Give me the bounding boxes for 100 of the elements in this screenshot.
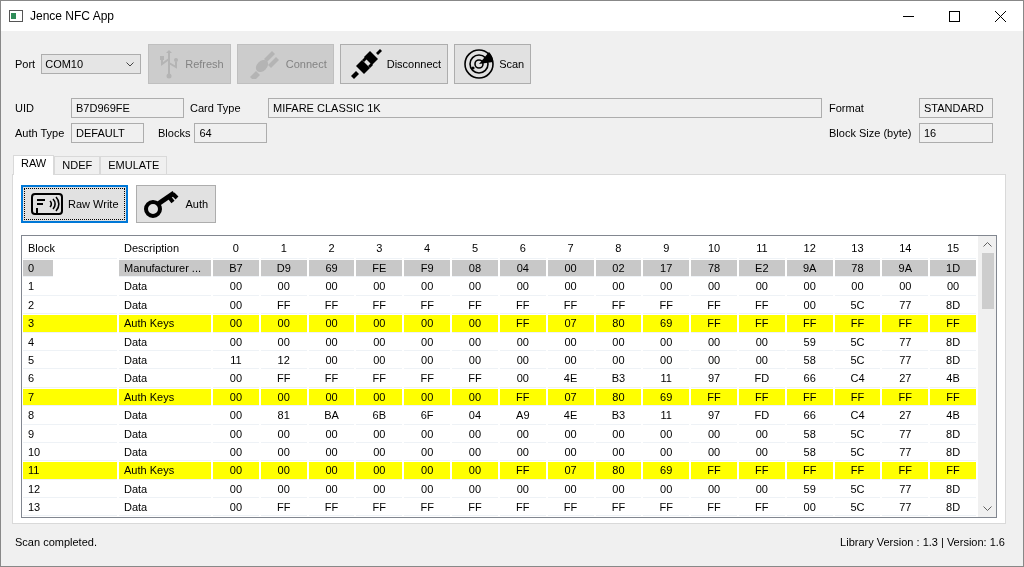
column-header[interactable]: Block [23, 238, 117, 259]
table-cell: Data [119, 480, 211, 499]
table-cell: 00 [595, 480, 642, 499]
table-cell: FF [738, 315, 785, 333]
table-cell: 00 [643, 351, 690, 370]
column-header[interactable]: Description [119, 238, 211, 259]
block-size-field: 16 [919, 123, 993, 143]
caret-icon [126, 61, 135, 67]
column-header[interactable]: 9 [643, 238, 690, 259]
table-cell: FF [499, 462, 546, 480]
table-cell: 77 [882, 351, 929, 370]
table-cell: 00 [738, 333, 785, 351]
column-header[interactable]: 10 [691, 238, 737, 259]
tab[interactable]: NDEF [54, 156, 101, 174]
table-cell: 00 [499, 443, 546, 462]
tab[interactable]: EMULATE [100, 156, 168, 174]
auth-type-label: Auth Type [15, 127, 66, 139]
scroll-down-icon[interactable] [983, 506, 992, 511]
table-cell: A9 [499, 407, 546, 425]
table-cell: 00 [547, 443, 594, 462]
column-header[interactable]: 13 [834, 238, 881, 259]
scroll-up-icon[interactable] [983, 242, 992, 247]
table-cell: 5C [834, 480, 881, 499]
table-cell: 59 [786, 333, 833, 351]
table-cell: 00 [595, 278, 642, 296]
table-cell: Data [119, 296, 211, 315]
auth-button[interactable]: Auth [135, 185, 217, 223]
card-type-label: Card Type [190, 102, 242, 114]
table-cell: FF [930, 462, 976, 480]
scrollbar[interactable] [978, 236, 996, 517]
table-cell: 00 [738, 278, 785, 296]
table-cell: FF [404, 499, 451, 517]
column-header[interactable]: 14 [882, 238, 929, 259]
table-cell: FF [834, 388, 881, 407]
table-cell: 00 [260, 333, 307, 351]
column-header[interactable]: 11 [738, 238, 785, 259]
column-header[interactable]: 7 [547, 238, 594, 259]
column-header[interactable]: 2 [308, 238, 355, 259]
table-cell: FF [260, 296, 307, 315]
table-cell: FD [738, 407, 785, 425]
table-cell: 00 [404, 425, 451, 443]
column-header[interactable]: 8 [595, 238, 642, 259]
column-header[interactable]: 6 [499, 238, 546, 259]
table-cell: 6B [356, 407, 403, 425]
table-cell: 00 [547, 480, 594, 499]
table-cell: 69 [643, 388, 690, 407]
table-cell: Auth Keys [119, 388, 211, 407]
format-field: STANDARD [919, 98, 993, 118]
table-cell: 00 [308, 278, 355, 296]
port-label: Port [15, 58, 36, 70]
table-cell: FF [356, 296, 403, 315]
table-cell: FF [356, 499, 403, 517]
table-cell: 00 [738, 351, 785, 370]
table-cell: 27 [882, 407, 929, 425]
table-cell: 4B [930, 370, 976, 388]
table-cell: 00 [404, 462, 451, 480]
blocks-field: 64 [194, 123, 268, 143]
write-button[interactable]: Raw Write [21, 185, 128, 223]
column-header[interactable]: 15 [930, 238, 976, 259]
table-cell: 00 [452, 388, 498, 407]
table-cell: FF [738, 296, 785, 315]
tab[interactable]: RAW [13, 155, 55, 175]
column-header[interactable]: 5 [452, 238, 498, 259]
radar-button[interactable]: Scan [454, 44, 532, 84]
auth-type-field: DEFAULT [71, 123, 144, 143]
table-cell: 11 [643, 407, 690, 425]
table-cell: 77 [882, 425, 929, 443]
card-icon [30, 191, 64, 217]
table-cell: 00 [213, 443, 259, 462]
table-cell: 66 [786, 407, 833, 425]
table-cell: 00 [643, 278, 690, 296]
table-cell: 00 [308, 443, 355, 462]
table-cell: FF [499, 499, 546, 517]
table-cell: 00 [356, 315, 403, 333]
table-cell: 81 [260, 407, 307, 425]
table-cell: 00 [595, 333, 642, 351]
table-cell: 8D [930, 480, 976, 499]
scroll-thumb[interactable] [981, 253, 994, 309]
table-cell: 80 [595, 462, 642, 480]
column-header[interactable]: 0 [213, 238, 259, 259]
table-cell: 00 [356, 443, 403, 462]
table-cell: F9 [404, 260, 451, 278]
radar-icon [463, 48, 496, 80]
table-cell: 00 [499, 333, 546, 351]
column-header[interactable]: 4 [404, 238, 451, 259]
unplug-button[interactable]: Disconnect [339, 44, 449, 84]
table-cell: FD [738, 370, 785, 388]
table-cell: FF [643, 499, 690, 517]
column-header[interactable]: 12 [786, 238, 833, 259]
table-cell: Auth Keys [119, 462, 211, 480]
table-cell: 77 [882, 333, 929, 351]
table-cell: 00 [452, 443, 498, 462]
port-dropdown[interactable]: COM10 [41, 54, 142, 74]
column-header[interactable]: 3 [356, 238, 403, 259]
table-cell: B3 [595, 407, 642, 425]
table-cell: FF [643, 296, 690, 315]
table-cell: 00 [356, 480, 403, 499]
table-cell: 07 [547, 462, 594, 480]
column-header[interactable]: 1 [260, 238, 307, 259]
table-cell: 00 [404, 333, 451, 351]
